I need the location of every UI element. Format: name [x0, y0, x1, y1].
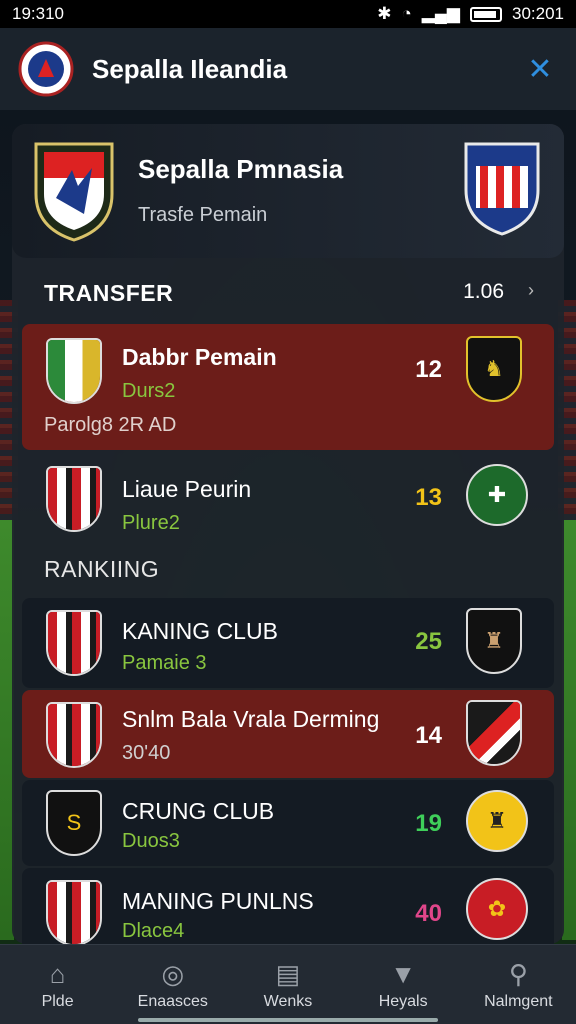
- row-name: CRUNG CLUB: [122, 798, 275, 824]
- opponent-badge-icon: ✿: [466, 878, 528, 940]
- row-number: 19: [415, 810, 442, 837]
- status-right-time: 30:201: [512, 4, 564, 23]
- row-name: Liaue Peurin: [122, 476, 252, 502]
- nav-item-wenks[interactable]: ▤ Wenks: [233, 959, 343, 1011]
- shirt-icon: ▼: [390, 958, 417, 989]
- hero-card[interactable]: Sepalla Pmnasia Trasfe Pemain: [12, 124, 564, 258]
- row-name: Dabbr Pemain: [122, 344, 277, 370]
- nav-label: Nalmgent: [484, 992, 553, 1010]
- wifi-icon: ◔: [401, 4, 412, 23]
- ball-icon: ◎: [161, 958, 185, 989]
- opponent-badge-icon: ♜: [466, 608, 522, 674]
- home-club-shield-icon: [34, 142, 114, 242]
- hero-subtitle: Trasfe Pemain: [138, 204, 268, 226]
- nav-label: Enaasces: [137, 992, 208, 1010]
- row-number: 13: [415, 484, 442, 511]
- content-panel: Sepalla Pmnasia Trasfe Pemain TRANSFER 1…: [12, 124, 564, 946]
- opponent-badge-icon: ♞: [466, 336, 522, 402]
- battery-icon: [470, 6, 502, 22]
- bluetooth-icon: ✱: [377, 4, 392, 23]
- away-club-shield-icon: [464, 142, 540, 236]
- ranking-row[interactable]: KANING CLUB Pamaie 3 25 ♜: [22, 598, 554, 688]
- pitch-right: [562, 520, 576, 940]
- home-indicator: [138, 1018, 438, 1022]
- status-time: 19:310: [12, 4, 64, 23]
- row-sub: Durs2: [122, 380, 176, 402]
- nav-label: Plde: [41, 992, 74, 1010]
- nav-item-enaasces[interactable]: ◎ Enaasces: [118, 959, 228, 1011]
- close-icon[interactable]: ✕: [522, 52, 558, 87]
- row-sub: Plure2: [122, 512, 180, 534]
- club-badge-icon: S: [46, 790, 102, 856]
- transfer-value: 1.06: [463, 280, 504, 303]
- nav-label: Wenks: [263, 992, 313, 1010]
- status-bar: 19:310 ✱ ◔ ▂▄▆ 30:201: [0, 0, 576, 28]
- transfer-row[interactable]: Liaue Peurin Plure2 13 ✚: [22, 454, 554, 550]
- ranking-row[interactable]: S CRUNG CLUB Duos3 19 ♜: [22, 780, 554, 866]
- chat-icon: ▤: [275, 958, 301, 989]
- row-extra: Parolg8 2R AD: [44, 414, 177, 436]
- row-name: KANING CLUB: [122, 618, 278, 644]
- row-sub: Duos3: [122, 830, 180, 852]
- bottom-nav: ⌂ Plde ◎ Enaasces ▤ Wenks ▼ Heyals ⚲ Nal…: [0, 944, 576, 1024]
- row-number: 40: [415, 900, 442, 927]
- row-name: MANING PUNLNS: [122, 888, 314, 914]
- row-name: Snlm Bala Vrala Derming: [122, 706, 380, 732]
- transfer-heading: TRANSFER: [44, 280, 174, 306]
- transfer-row[interactable]: Dabbr Pemain Durs2 Parolg8 2R AD 12 ♞: [22, 324, 554, 450]
- hero-title: Sepalla Pmnasia: [138, 154, 344, 184]
- club-badge-icon: [46, 338, 102, 404]
- nav-item-nalmgent[interactable]: ⚲ Nalmgent: [463, 959, 573, 1011]
- row-number: 25: [415, 628, 442, 655]
- ranking-heading: RANKIING: [44, 556, 160, 582]
- search-icon: ⚲: [508, 958, 528, 989]
- row-sub: 30'40: [122, 742, 171, 764]
- nav-label: Heyals: [378, 992, 428, 1010]
- club-badge-icon: [46, 702, 102, 768]
- opponent-badge-icon: [466, 700, 522, 766]
- club-badge-icon: [46, 610, 102, 676]
- signal-icon: ▂▄▆: [421, 4, 460, 23]
- club-badge-icon: [46, 880, 102, 946]
- opponent-badge-icon: ♜: [466, 790, 528, 852]
- app-bar: Sepalla Ileandia ✕: [0, 28, 576, 110]
- club-logo-icon: [18, 41, 74, 97]
- club-badge-icon: [46, 466, 102, 532]
- home-icon: ⌂: [49, 958, 66, 989]
- app-title: Sepalla Ileandia: [92, 53, 288, 84]
- ranking-row[interactable]: MANING PUNLNS Dlace4 40 ✿: [22, 868, 554, 946]
- nav-item-heyals[interactable]: ▼ Heyals: [348, 959, 458, 1011]
- row-number: 12: [415, 356, 442, 383]
- row-number: 14: [415, 722, 442, 749]
- row-sub: Dlace4: [122, 920, 185, 942]
- opponent-badge-icon: ✚: [466, 464, 528, 526]
- chevron-right-icon[interactable]: ›: [528, 280, 534, 301]
- row-sub: Pamaie 3: [122, 652, 207, 674]
- ranking-row[interactable]: Snlm Bala Vrala Derming 30'40 14: [22, 690, 554, 778]
- nav-item-plde[interactable]: ⌂ Plde: [3, 959, 113, 1011]
